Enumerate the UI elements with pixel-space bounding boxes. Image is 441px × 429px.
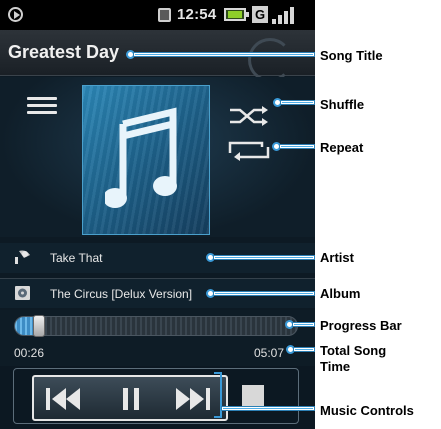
callout-label-artist: Artist <box>320 250 354 265</box>
callout-line-total-time <box>294 348 314 351</box>
battery-icon <box>224 8 249 21</box>
music-player-screen: 12:54 G Greatest Day Take That The Circu… <box>0 0 315 429</box>
callout-line-repeat <box>280 145 314 148</box>
signal-icon <box>272 6 298 24</box>
callout-line-song-title <box>134 53 314 56</box>
music-note-icon <box>105 107 177 208</box>
controls-area <box>0 366 315 429</box>
music-controls <box>32 375 228 421</box>
artist-icon <box>15 250 30 264</box>
sd-card-icon <box>158 8 171 22</box>
callout-line-artist <box>214 256 314 259</box>
shuffle-icon[interactable] <box>228 104 270 128</box>
callout-label-music-controls: Music Controls <box>320 403 414 418</box>
album-art <box>82 85 210 235</box>
callout-label-total-time-line2: Time <box>320 359 351 374</box>
progress-bar[interactable] <box>14 315 298 337</box>
title-decoration <box>248 38 292 82</box>
callout-line-album <box>214 292 314 295</box>
artist-name: Take That <box>50 251 103 265</box>
progress-knob[interactable] <box>33 315 45 337</box>
progress-area: 00:26 05:07 <box>0 310 315 366</box>
status-bar: 12:54 G <box>0 0 315 30</box>
album-icon <box>15 286 30 300</box>
previous-icon[interactable] <box>38 385 88 413</box>
controls-panel <box>13 368 299 424</box>
network-type-badge: G <box>252 6 268 23</box>
callout-line-music-controls <box>222 407 314 410</box>
callout-line-shuffle <box>281 101 314 104</box>
callout-line-progress-bar <box>293 323 314 326</box>
callout-label-progress-bar: Progress Bar <box>320 318 402 333</box>
total-time: 05:07 <box>254 346 285 360</box>
callout-label-album: Album <box>320 286 361 301</box>
next-icon[interactable] <box>170 385 220 413</box>
status-time: 12:54 <box>177 6 217 23</box>
song-title: Greatest Day <box>8 42 120 62</box>
callout-label-shuffle: Shuffle <box>320 97 365 112</box>
play-notification-icon <box>8 7 23 22</box>
repeat-icon[interactable] <box>228 139 270 161</box>
callout-label-repeat: Repeat <box>320 140 364 155</box>
callout-label-total-time-line1: Total Song <box>320 343 387 358</box>
menu-icon[interactable] <box>27 97 57 115</box>
music-controls-bracket <box>214 372 222 418</box>
stop-icon <box>242 385 264 407</box>
artwork-area <box>0 77 315 237</box>
elapsed-time: 00:26 <box>14 346 45 360</box>
callout-label-song-title: Song Title <box>320 48 383 63</box>
annotated-screenshot: 12:54 G Greatest Day Take That The Circu… <box>0 0 441 429</box>
pause-icon[interactable] <box>106 385 156 413</box>
album-name: The Circus [Delux Version] <box>50 287 193 301</box>
